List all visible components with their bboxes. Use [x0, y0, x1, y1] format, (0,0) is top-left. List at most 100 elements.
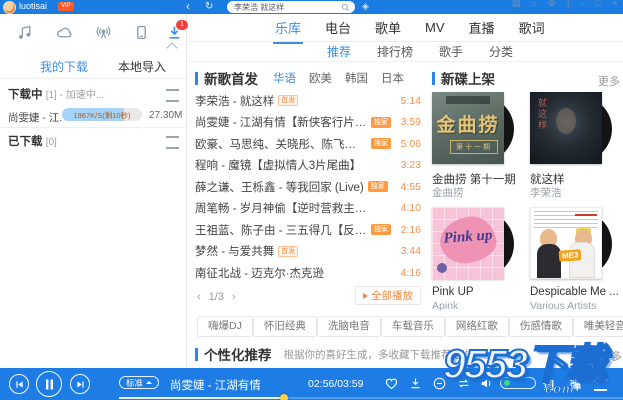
skin-icon[interactable]: ⌂	[531, 0, 536, 8]
album-artist[interactable]: Various Artists	[530, 300, 620, 312]
personalized-more-link[interactable]: 更多	[600, 348, 622, 364]
song-row[interactable]: 李荣浩 - 就这样首发5:14	[195, 90, 421, 112]
albums-more-link[interactable]: 更多	[598, 73, 620, 89]
subtab-rank[interactable]: 排行榜	[377, 43, 413, 60]
next-button[interactable]	[70, 374, 90, 394]
song-row[interactable]: 南征北战 - 迈克尔·杰克逊4:16	[195, 262, 421, 284]
desktop-lyric-toggle[interactable]: 弹	[570, 377, 581, 393]
category-pill[interactable]: 嗨爆DJ	[197, 316, 253, 337]
subtab-artists[interactable]: 歌手	[439, 43, 463, 60]
delete-icon[interactable]	[432, 376, 448, 392]
divider: |	[567, 0, 569, 8]
player-bar: 标准 尚雯婕 - 江湖有情 02:56/03:59 词 弹	[0, 368, 623, 400]
category-pill[interactable]: 洗脑电音	[317, 316, 381, 337]
device-icon[interactable]	[133, 24, 151, 42]
favorite-icon[interactable]	[384, 376, 400, 392]
downloaded-menu-icon[interactable]	[166, 136, 179, 149]
identify-song-icon[interactable]: ◈	[362, 1, 369, 12]
tab-local-import[interactable]: 本地导入	[118, 58, 166, 75]
tab-my-download[interactable]: 我的下载	[40, 58, 88, 75]
new-songs-title: 新歌首发	[204, 68, 258, 88]
song-row[interactable]: 尚雯婕 - 江湖有情【新侠客行片尾...独家3:59	[195, 112, 421, 134]
category-pill[interactable]: 怀旧经典	[253, 316, 317, 337]
settings-icon[interactable]: ⚙	[548, 0, 556, 8]
back-icon[interactable]: ‹	[186, 0, 190, 13]
lang-tab-chinese[interactable]: 华语	[273, 70, 296, 86]
divider	[0, 127, 186, 128]
song-badge: 首发	[278, 246, 298, 257]
album-cover[interactable]: Pink up	[432, 207, 504, 279]
username[interactable]: luotisai	[19, 1, 47, 11]
cloud-icon[interactable]	[56, 24, 74, 42]
category-pill[interactable]: 网络红歌	[445, 316, 509, 337]
page-prev[interactable]: ‹	[197, 291, 201, 303]
progress-track[interactable]	[119, 397, 623, 399]
main-nav: 乐库 电台 歌单 MV 直播 歌词	[187, 14, 623, 42]
download-icon[interactable]	[408, 376, 424, 392]
pause-button[interactable]	[36, 371, 62, 397]
tab-playlists[interactable]: 歌单	[375, 18, 401, 37]
page-next[interactable]: ›	[232, 291, 236, 303]
close-icon[interactable]: ×	[613, 0, 618, 8]
radio-icon[interactable]	[95, 24, 113, 42]
album-card[interactable]: 金曲捞 第十一期 金曲捞 第十一期 金曲捞	[432, 92, 522, 202]
category-pill[interactable]: 伤感情歌	[509, 316, 573, 337]
progress-knob[interactable]	[280, 394, 288, 400]
lang-tab-japanese[interactable]: 日本	[381, 70, 404, 86]
song-row[interactable]: 薛之谦、王栎鑫 - 等我回家 (Live)独家4:55	[195, 176, 421, 198]
previous-button[interactable]	[9, 374, 29, 394]
song-row[interactable]: 周笔畅 - 岁月神偷【逆时营救主题曲】4:10	[195, 198, 421, 220]
search-icon[interactable]	[341, 3, 350, 12]
refresh-icon[interactable]: ↻	[205, 0, 213, 13]
downloading-menu-icon[interactable]	[166, 89, 179, 102]
album-artist[interactable]: Apink	[432, 300, 522, 312]
album-name[interactable]: Despicable Me ...	[530, 286, 620, 298]
song-row[interactable]: 梦然 - 与爱共舞首发3:44	[195, 241, 421, 263]
download-progress-bar: 1967K/S(剩10秒)	[62, 108, 142, 121]
music-library-icon[interactable]	[16, 24, 34, 42]
tab-music-library[interactable]: 乐库	[275, 18, 301, 37]
search-box[interactable]	[227, 1, 355, 13]
tab-mv[interactable]: MV	[425, 20, 445, 35]
lyrics-toggle[interactable]: 词	[543, 377, 554, 393]
play-all-button[interactable]: 全部播放	[355, 286, 421, 305]
lang-tab-korean[interactable]: 韩国	[345, 70, 368, 86]
play-mode-icon[interactable]	[456, 376, 472, 392]
song-row[interactable]: 欧豪、马思纯、关晓彤、陈飞宇、...独家5:06	[195, 133, 421, 155]
playback-time: 02:56/03:59	[308, 378, 363, 390]
subtab-recommend[interactable]: 推荐	[327, 43, 351, 60]
song-row[interactable]: 王祖蓝、陈子由 - 三五得几【反转...独家2:16	[195, 219, 421, 241]
tab-lyrics[interactable]: 歌词	[519, 18, 545, 37]
album-cover[interactable]: 金曲捞 第十一期	[432, 92, 504, 164]
album-cover[interactable]: ME3	[530, 207, 602, 279]
volume-icon[interactable]	[479, 376, 495, 392]
album-cover[interactable]: 就这样	[530, 92, 602, 164]
tab-radio[interactable]: 电台	[325, 18, 351, 37]
tab-live[interactable]: 直播	[469, 18, 495, 37]
category-pill[interactable]: 车载音乐	[381, 316, 445, 337]
download-item-name[interactable]: 尚雯婕 - 江...	[8, 110, 63, 125]
album-card[interactable]: 就这样 就这样 李荣浩	[530, 92, 620, 202]
album-artist[interactable]: 李荣浩	[530, 185, 620, 200]
playlist-icon[interactable]	[594, 379, 607, 391]
album-artist[interactable]: 金曲捞	[432, 185, 522, 200]
category-pill[interactable]: 唯美轻音乐	[573, 316, 623, 337]
album-card[interactable]: Pink up Pink UP Apink	[432, 207, 522, 317]
lang-tab-western[interactable]: 欧美	[309, 70, 332, 86]
song-badge: 独家	[371, 138, 391, 149]
search-input[interactable]	[234, 1, 336, 13]
avatar[interactable]	[3, 1, 16, 14]
now-playing-title[interactable]: 尚雯婕 - 江湖有情	[170, 377, 261, 393]
subtab-categories[interactable]: 分类	[489, 43, 513, 60]
quality-selector[interactable]: 标准	[119, 376, 159, 389]
mini-mode-icon[interactable]: ▤	[512, 0, 521, 8]
volume-slider[interactable]	[500, 377, 536, 389]
album-name[interactable]: Pink UP	[432, 286, 522, 298]
maximize-icon[interactable]: □	[596, 0, 601, 8]
new-songs-header: 新歌首发 华语 欧美 韩国 日本	[195, 70, 404, 86]
accent-bar	[195, 348, 198, 361]
window-controls: ▤ ⌂ ⚙ | – □ ×	[512, 0, 618, 8]
song-row[interactable]: 程响 - 魔镜【虚拟情人3片尾曲】3:23	[195, 155, 421, 177]
minimize-icon[interactable]: –	[580, 0, 585, 8]
album-card[interactable]: ME3 Despicable Me ... Various Artists	[530, 207, 620, 317]
